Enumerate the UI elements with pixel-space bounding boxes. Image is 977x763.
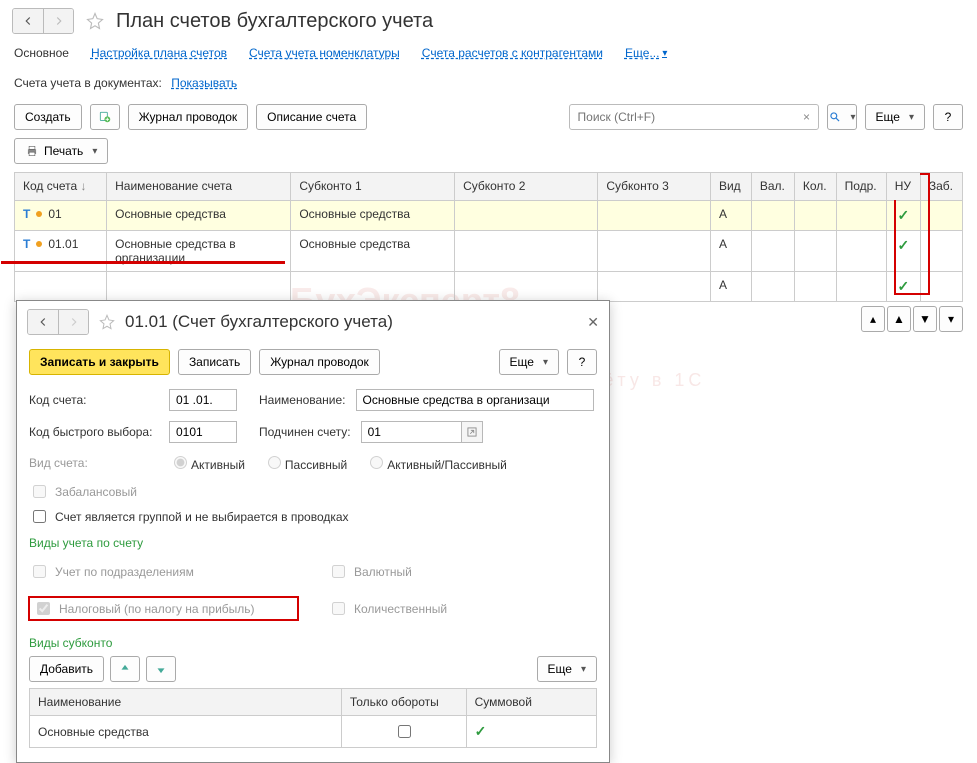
- col-nu[interactable]: НУ: [886, 173, 920, 201]
- dlg-back-button[interactable]: [28, 310, 58, 334]
- dlg-favorite-icon[interactable]: [99, 314, 115, 330]
- col-code[interactable]: Код счета: [23, 179, 77, 193]
- code-input[interactable]: [169, 389, 237, 411]
- subconto-more-button[interactable]: Еще: [537, 656, 597, 682]
- dlg-more-button[interactable]: Еще: [499, 349, 559, 375]
- subconto-move-up-button[interactable]: [110, 656, 140, 682]
- journal-button[interactable]: Журнал проводок: [128, 104, 249, 130]
- dlg-forward-button[interactable]: [58, 310, 88, 334]
- filter-value[interactable]: Показывать: [171, 76, 237, 90]
- tab-nomenclature[interactable]: Счета учета номенклатуры: [249, 46, 400, 60]
- dlg-close-button[interactable]: ✕: [587, 314, 599, 331]
- dlg-title: 01.01 (Счет бухгалтерского учета): [125, 312, 393, 332]
- subc-col-name[interactable]: Наименование: [30, 689, 342, 716]
- qty-checkbox: [332, 602, 345, 615]
- subconto-move-down-button[interactable]: [146, 656, 176, 682]
- group-checkbox[interactable]: [33, 510, 46, 523]
- subconto-add-button[interactable]: Добавить: [29, 656, 104, 682]
- tab-contragents[interactable]: Счета расчетов с контрагентами: [422, 46, 603, 60]
- subconto-table: Наименование Только обороты Суммовой Осн…: [29, 688, 597, 748]
- back-button[interactable]: [13, 9, 43, 33]
- col-sub3[interactable]: Субконто 3: [598, 173, 711, 201]
- forward-button[interactable]: [43, 9, 73, 33]
- parent-input[interactable]: [361, 421, 461, 443]
- offbalance-checkbox: [33, 485, 46, 498]
- page-title: План счетов бухгалтерского учета: [116, 10, 433, 33]
- onlyturn-checkbox[interactable]: [398, 725, 411, 738]
- page-first-button[interactable]: ▴: [861, 306, 885, 332]
- dlg-help-button[interactable]: ?: [567, 349, 597, 375]
- tax-checkbox: [37, 602, 50, 615]
- col-sub2[interactable]: Субконто 2: [455, 173, 598, 201]
- favorite-icon[interactable]: [86, 12, 104, 30]
- group-dot-icon: [36, 241, 42, 247]
- acct-types-title: Виды учета по счету: [29, 536, 597, 550]
- col-val[interactable]: Вал.: [751, 173, 794, 201]
- col-sub1[interactable]: Субконто 1: [291, 173, 455, 201]
- save-close-button[interactable]: Записать и закрыть: [29, 349, 170, 375]
- subc-col-sum[interactable]: Суммовой: [466, 689, 596, 716]
- dlg-journal-button[interactable]: Журнал проводок: [259, 349, 380, 375]
- help-button[interactable]: ?: [933, 104, 963, 130]
- create-button[interactable]: Создать: [14, 104, 82, 130]
- table-row[interactable]: Т 01.01 Основные средства в организации …: [15, 231, 963, 272]
- tab-tune[interactable]: Настройка плана счетов: [91, 46, 227, 60]
- highlight-row-underline: [1, 261, 285, 264]
- save-button[interactable]: Записать: [178, 349, 251, 375]
- account-icon: Т: [23, 207, 30, 221]
- currency-checkbox: [332, 565, 345, 578]
- code-label: Код счета:: [29, 393, 159, 407]
- subconto-row[interactable]: Основные средства ✓: [30, 716, 597, 748]
- table-row[interactable]: Т 01 Основные средства Основные средства…: [15, 201, 963, 231]
- table-row[interactable]: А ✓: [15, 272, 963, 302]
- quick-label: Код быстрого выбора:: [29, 425, 159, 439]
- search-options-button[interactable]: [827, 104, 857, 130]
- print-button[interactable]: Печать: [14, 138, 108, 164]
- accounts-table: Код счета ↓ Наименование счета Субконто …: [14, 172, 963, 302]
- quick-input[interactable]: [169, 421, 237, 443]
- create-group-button[interactable]: [90, 104, 120, 130]
- col-kind[interactable]: Вид: [710, 173, 751, 201]
- kind-label: Вид счета:: [29, 456, 159, 470]
- kind-active-radio: Активный: [169, 453, 245, 472]
- subc-col-onlyturn[interactable]: Только обороты: [341, 689, 466, 716]
- description-button[interactable]: Описание счета: [256, 104, 367, 130]
- sort-asc-icon: ↓: [81, 179, 87, 193]
- more-button[interactable]: Еще: [865, 104, 925, 130]
- subconto-title: Виды субконто: [29, 636, 597, 650]
- search-box[interactable]: ×: [569, 104, 819, 130]
- parent-label: Подчинен счету:: [259, 425, 351, 439]
- col-name[interactable]: Наименование счета: [107, 173, 291, 201]
- col-podr[interactable]: Подр.: [836, 173, 886, 201]
- name-input[interactable]: [356, 389, 594, 411]
- account-dialog: 01.01 (Счет бухгалтерского учета) ✕ Запи…: [16, 300, 610, 763]
- parent-open-button[interactable]: [461, 421, 483, 443]
- kind-passive-radio: Пассивный: [263, 453, 347, 472]
- group-dot-icon: [36, 211, 42, 217]
- kind-ap-radio: Активный/Пассивный: [365, 453, 507, 472]
- search-input[interactable]: [570, 110, 796, 124]
- filter-label: Счета учета в документах:: [14, 76, 162, 90]
- page-last-button[interactable]: ▾: [939, 306, 963, 332]
- page-up-button[interactable]: ▲: [887, 306, 911, 332]
- by-podr-checkbox: [33, 565, 46, 578]
- search-clear-icon[interactable]: ×: [796, 110, 818, 124]
- name-label: Наименование:: [259, 393, 346, 407]
- page-down-button[interactable]: ▼: [913, 306, 937, 332]
- check-icon: ✓: [475, 723, 487, 739]
- tab-more[interactable]: Еще... ▾: [625, 46, 667, 60]
- col-kol[interactable]: Кол.: [794, 173, 836, 201]
- account-icon: Т: [23, 237, 30, 251]
- tab-main[interactable]: Основное: [14, 46, 69, 60]
